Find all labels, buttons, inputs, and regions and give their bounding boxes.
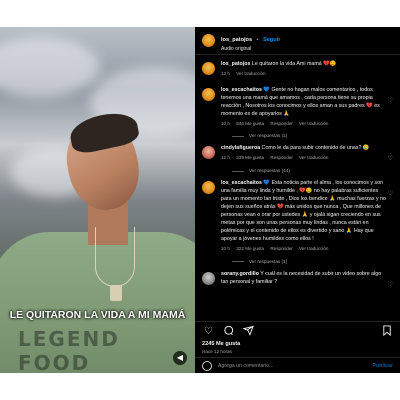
view-replies-link[interactable]: Ver respuestas (44) <box>232 168 393 173</box>
translate-link[interactable]: Ver traducción <box>236 71 265 76</box>
comment-username[interactable]: los_patojos <box>221 61 250 67</box>
list-item: los_escachaitos 💙 Esta noticia parte el … <box>202 180 393 252</box>
comment-input[interactable]: Agrega un comentario... <box>218 363 373 369</box>
post-side-panel: los_patojos • Seguir Audio original los_… <box>195 27 400 373</box>
emoji-icon[interactable] <box>202 360 212 371</box>
avatar[interactable] <box>202 34 215 47</box>
post-time[interactable]: Hace 12 horas <box>202 349 232 354</box>
share-icon[interactable] <box>242 325 255 338</box>
avatar[interactable] <box>202 181 215 195</box>
bookmark-icon[interactable] <box>380 325 393 338</box>
comment-likes[interactable]: 646 Me gusta <box>236 121 264 126</box>
publish-button[interactable]: Publicar <box>373 363 393 369</box>
comment-text: Le quitaron la vida Ami mamá 💔😢 <box>251 61 337 67</box>
header-separator: • <box>256 37 259 44</box>
shirt-print-text: LEGEND FOOD <box>18 327 120 373</box>
comments-list[interactable]: los_patojos Le quitaron la vida Ami mamá… <box>195 55 400 321</box>
heart-icon[interactable]: ♡ <box>202 325 215 338</box>
avatar[interactable] <box>202 62 215 75</box>
comment-composer: Agrega un comentario... Publicar <box>195 357 400 373</box>
list-item: los_escachaitos 💙 Gente no hagan malos c… <box>202 87 393 128</box>
comment-time[interactable]: 10 h <box>221 121 230 126</box>
comment-likes[interactable]: 322 Me gusta <box>236 246 264 251</box>
comment-text: Como le da para subir contenido de unas?… <box>261 145 370 152</box>
speaker-muted-icon[interactable]: ◀︎ <box>173 351 187 365</box>
avatar[interactable] <box>202 271 215 285</box>
post-actions-bar: ♡ <box>195 321 400 341</box>
necklace-chain <box>95 227 135 287</box>
video-caption: LE QUITARON LA VIDA A MI MAMÁ <box>9 309 186 321</box>
post-header: los_patojos • Seguir Audio original <box>195 27 400 55</box>
reply-link[interactable]: Responder <box>270 246 292 251</box>
likes-count[interactable]: 2245 Me gusta <box>202 341 240 347</box>
avatar[interactable] <box>202 87 215 101</box>
translate-link[interactable]: Ver traducción <box>299 155 328 160</box>
sky-cloud <box>0 37 100 97</box>
comment-likes[interactable]: 239 Me gusta <box>236 155 264 160</box>
reply-link[interactable]: Responder <box>270 155 292 160</box>
list-item: cindylafigueroa Como le da para subir co… <box>202 145 393 162</box>
comment-icon[interactable] <box>222 325 235 338</box>
view-replies-link[interactable]: Ver respuestas (1) <box>232 259 393 264</box>
reply-link[interactable]: Responder <box>270 121 292 126</box>
comment-like-icon[interactable]: ♡ <box>388 155 393 162</box>
follow-button[interactable]: Seguir <box>263 37 280 43</box>
view-replies-link[interactable]: Ver respuestas (1) <box>232 133 393 138</box>
comment-like-icon[interactable]: ♡ <box>388 190 393 197</box>
translate-link[interactable]: Ver traducción <box>299 121 328 126</box>
comment-time[interactable]: 10 h <box>221 246 230 251</box>
translate-link[interactable]: Ver traducción <box>299 246 328 251</box>
comment-time[interactable]: 12 h <box>221 155 230 160</box>
comment-username[interactable]: cindylafigueroa <box>221 145 260 151</box>
comment-username[interactable]: los_escachaitos <box>221 180 262 186</box>
necklace-pendant <box>110 285 122 301</box>
header-username[interactable]: los_patojos <box>221 37 252 43</box>
video-player[interactable]: LEGEND FOOD LE QUITARON LA VIDA A MI MAM… <box>0 27 195 373</box>
caption-comment: los_patojos Le quitaron la vida Ami mamá… <box>202 61 393 78</box>
instagram-post: LEGEND FOOD LE QUITARON LA VIDA A MI MAM… <box>0 27 400 373</box>
comment-text: 💙 Esta noticia parte el alma , los conoc… <box>221 180 386 242</box>
avatar[interactable] <box>202 146 215 160</box>
comment-username[interactable]: los_escachaitos <box>221 87 262 93</box>
comment-like-icon[interactable]: ♡ <box>388 281 393 288</box>
audio-label[interactable]: Audio original <box>221 46 280 53</box>
comment-like-icon[interactable]: ♡ <box>388 97 393 104</box>
list-item: sorany.gordillo Y cuál es la necesidad d… <box>202 271 393 288</box>
comment-username[interactable]: sorany.gordillo <box>221 271 259 277</box>
comment-time[interactable]: 12 h <box>221 71 230 76</box>
